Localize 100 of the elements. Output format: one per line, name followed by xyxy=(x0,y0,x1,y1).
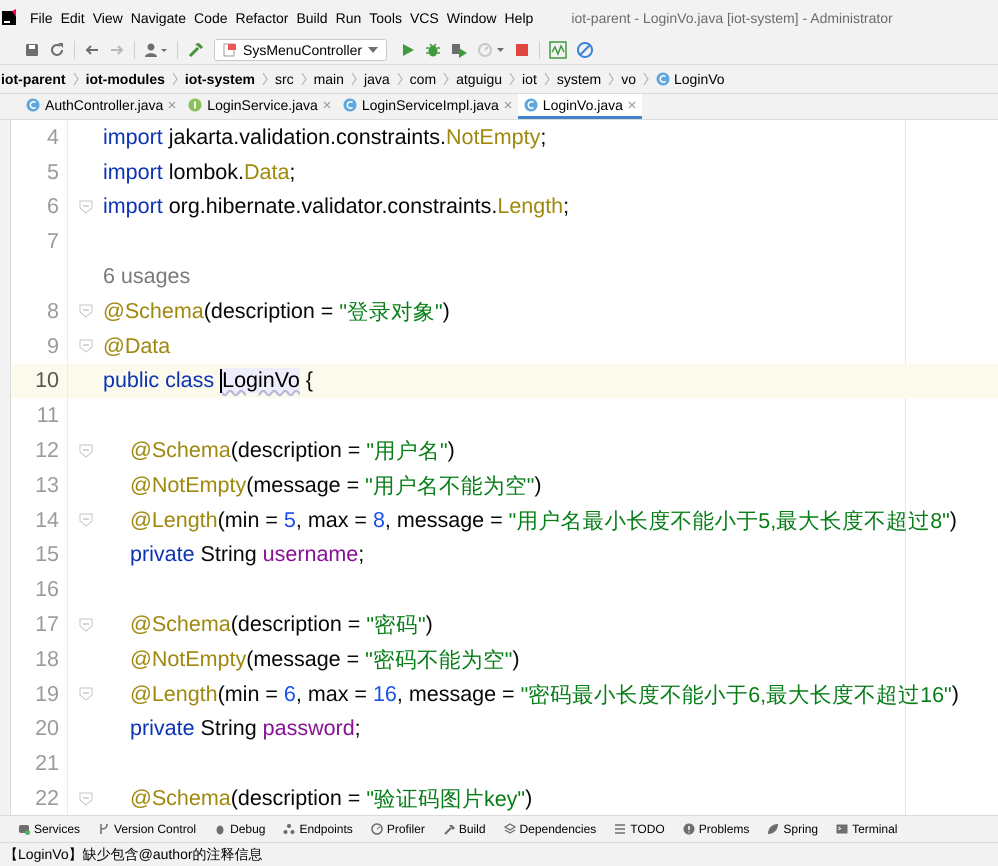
leaf-icon xyxy=(767,823,780,835)
tool-window-button[interactable]: Services xyxy=(18,822,80,836)
close-icon[interactable] xyxy=(322,101,331,109)
breadcrumb-item[interactable]: LoginVo xyxy=(674,71,725,87)
refresh-icon[interactable] xyxy=(49,42,65,58)
menu-item[interactable]: Edit xyxy=(60,10,85,26)
line-number: 5 xyxy=(47,160,59,185)
menu-item[interactable]: Window xyxy=(446,10,497,26)
menu-item[interactable]: Tools xyxy=(369,10,402,26)
chevron-icon xyxy=(72,72,79,86)
breadcrumb-item[interactable]: iot-modules xyxy=(86,71,165,87)
code-line: @Schema(description = "登录对象") xyxy=(103,298,450,326)
fold-marker-icon[interactable] xyxy=(78,339,92,354)
usages-hint[interactable]: 6 usages xyxy=(103,264,190,290)
coverage-icon[interactable] xyxy=(450,42,468,58)
fold-marker-icon[interactable] xyxy=(78,687,92,702)
menu-item[interactable]: Run xyxy=(336,10,362,26)
tool-window-button[interactable]: Debug xyxy=(214,822,266,836)
line-number: 18 xyxy=(35,646,59,672)
fold-marker-icon[interactable] xyxy=(78,444,92,458)
breadcrumb-item[interactable]: iot-parent xyxy=(1,71,66,87)
interface-icon xyxy=(188,98,202,112)
chevron-icon xyxy=(262,72,268,86)
breadcrumb-item[interactable]: iot-system xyxy=(184,71,255,87)
breadcrumb-item[interactable]: iot xyxy=(522,71,537,87)
close-icon[interactable] xyxy=(168,101,176,109)
close-icon[interactable] xyxy=(628,101,636,109)
fold-marker-icon[interactable] xyxy=(78,792,92,806)
code-line: @NotEmpty(message = "用户名不能为空") xyxy=(129,472,542,500)
breadcrumb-item[interactable]: vo xyxy=(621,71,636,87)
editor-tab[interactable]: LoginServiceImpl.java xyxy=(336,94,518,119)
tool-window-button[interactable]: Terminal xyxy=(836,822,898,836)
tool-window-button[interactable]: Spring xyxy=(767,822,818,836)
app-logo-icon xyxy=(2,9,16,27)
save-icon[interactable] xyxy=(24,42,40,58)
layers-icon xyxy=(504,823,516,835)
line-number: 14 xyxy=(35,508,59,533)
breadcrumb-item[interactable]: src xyxy=(274,71,294,87)
tool-window-button[interactable]: Version Control xyxy=(98,822,196,836)
menu-item[interactable]: View xyxy=(92,10,123,26)
close-icon[interactable] xyxy=(504,101,512,109)
menu-item[interactable]: VCS xyxy=(410,10,439,26)
fold-marker-icon[interactable] xyxy=(78,513,92,528)
chart-icon[interactable] xyxy=(549,41,568,59)
editor-tab[interactable]: LoginVo.java xyxy=(518,94,642,119)
no-entry-icon[interactable] xyxy=(576,41,594,59)
line-number: 15 xyxy=(35,542,59,568)
code-line: @Length(min = 5, max = 8, message = "用户名最小长度不能小于5,最大长度不超过8") xyxy=(129,506,957,535)
user-dropdown-icon[interactable] xyxy=(144,42,168,58)
run-icon[interactable] xyxy=(400,42,416,58)
chevron-icon xyxy=(642,72,649,86)
stop-icon[interactable] xyxy=(514,42,530,58)
chevron-icon xyxy=(509,72,516,86)
code-line: @NotEmpty(message = "密码不能为空") xyxy=(129,646,520,674)
editor-tab[interactable]: LoginService.java xyxy=(182,94,337,119)
menu-item[interactable]: Refactor xyxy=(236,10,288,26)
fold-marker-icon[interactable] xyxy=(78,618,92,632)
fold-marker-icon[interactable] xyxy=(78,304,92,318)
list-icon xyxy=(614,823,626,835)
line-number: 4 xyxy=(47,124,59,150)
fold-marker-icon[interactable] xyxy=(78,200,92,214)
chevron-icon xyxy=(608,72,614,86)
breadcrumb-item[interactable]: java xyxy=(364,71,390,87)
tool-window-button[interactable]: Dependencies xyxy=(504,822,596,836)
chevron-icon xyxy=(350,72,357,86)
hammer-icon[interactable] xyxy=(187,41,205,59)
window-title: iot-parent - LoginVo.java [iot-system] - Administrator xyxy=(571,10,893,26)
tool-window-button[interactable]: Profiler xyxy=(370,822,425,836)
run-configuration-dropdown[interactable]: SysMenuController xyxy=(214,39,388,61)
breadcrumb-item[interactable]: system xyxy=(556,71,602,87)
chevron-icon xyxy=(396,72,403,86)
tool-window-button[interactable]: Build xyxy=(442,822,486,836)
menu-item[interactable]: File xyxy=(30,10,53,26)
line-number: 9 xyxy=(47,334,59,359)
line-number: 8 xyxy=(47,298,59,324)
gauge-icon xyxy=(370,823,383,835)
class-file-icon xyxy=(223,43,237,57)
class-icon xyxy=(524,98,538,112)
code-line: @Schema(description = "用户名") xyxy=(129,437,455,466)
breadcrumb-item[interactable]: com xyxy=(410,71,436,87)
menu-item[interactable]: Help xyxy=(504,10,534,26)
tool-window-button[interactable]: Problems xyxy=(682,822,750,836)
line-number: 16 xyxy=(35,577,59,602)
chevron-icon xyxy=(300,72,307,86)
menu-item[interactable]: Navigate xyxy=(130,10,186,26)
tool-window-button[interactable]: TODO xyxy=(614,822,665,836)
chevron-icon xyxy=(172,72,178,86)
line-number: 21 xyxy=(35,751,59,776)
breadcrumb-item[interactable]: atguigu xyxy=(456,71,502,87)
warning-icon xyxy=(682,823,695,835)
breadcrumb-item[interactable]: main xyxy=(314,71,344,87)
code-line: @Schema(description = "验证码图片key") xyxy=(129,785,532,814)
line-number: 10 xyxy=(35,368,59,394)
bug-icon[interactable] xyxy=(425,42,442,58)
menu-item[interactable]: Code xyxy=(194,10,228,26)
editor-tab[interactable]: AuthController.java xyxy=(20,94,182,119)
code-line: private String username; xyxy=(129,542,364,568)
menu-item[interactable]: Build xyxy=(296,10,328,26)
tool-window-button[interactable]: Endpoints xyxy=(283,822,353,836)
profile-dropdown-icon[interactable] xyxy=(477,42,506,58)
